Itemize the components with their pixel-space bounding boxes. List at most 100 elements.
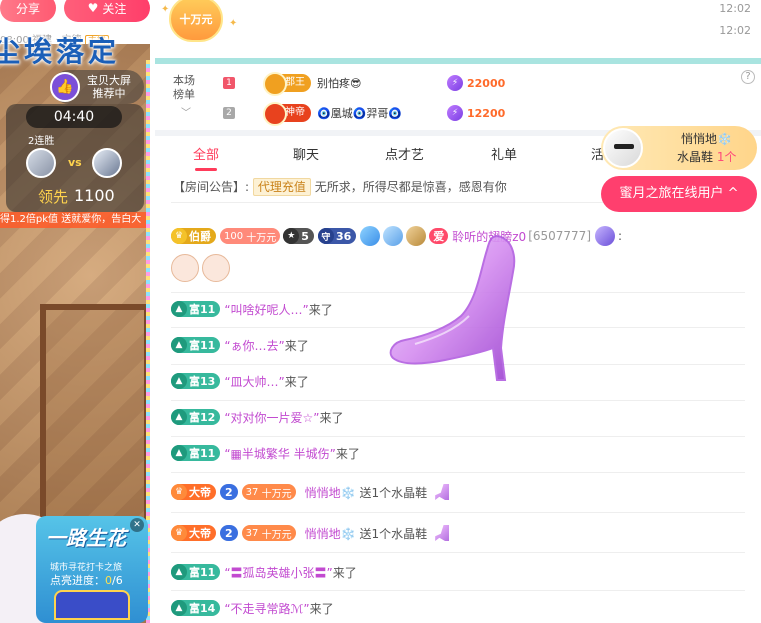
- pk-avatar-left[interactable]: [26, 148, 56, 178]
- message-time: 12:02: [719, 24, 751, 37]
- pk-avatar-right[interactable]: [92, 148, 122, 178]
- crown-icon: ♛: [171, 484, 187, 500]
- shou-level: 36: [335, 229, 352, 243]
- vip-amount: 十万元: [261, 488, 292, 500]
- vip-level: 37: [245, 527, 259, 539]
- stream-door: [40, 304, 150, 544]
- user-name[interactable]: “〓孤岛英雄小张〓”: [224, 564, 332, 581]
- rank-score: 22000: [467, 76, 506, 90]
- train-icon: [54, 590, 130, 620]
- thumbs-up-icon[interactable]: 👍: [50, 72, 80, 102]
- chat-message[interactable]: ▲ 富14 “不走寻常路ℳ” 来了: [171, 596, 334, 620]
- rank-title-line: 本场: [173, 74, 195, 87]
- enter-suffix: 来了: [284, 374, 309, 389]
- wealth-badge: ▲ 富11: [171, 445, 221, 461]
- room-announcement: 【房间公告】: 代理充值 无所求，所得尽都是惊喜，感恩有你: [173, 178, 507, 196]
- chat-message[interactable]: ▲ 富11 “ぁ你…去” 来了: [171, 333, 309, 357]
- online-users-button[interactable]: 蜜月之旅在线用户 ^: [601, 176, 757, 212]
- gift-count: 1个: [716, 150, 737, 164]
- stream-panel: 分享 ♥ 关注 08:00 福建 · 宁德 主播 尘埃落定 👍 宝贝大屏 推荐中…: [0, 0, 155, 623]
- chat-message[interactable]: ▲ 富11 “▦半城繁华 半城伤” 来了: [171, 441, 360, 465]
- wealth-level: 富11: [189, 447, 216, 460]
- tab-gifts[interactable]: 礼单: [491, 144, 517, 163]
- gift-message[interactable]: ♛ 大帝 2 37 十万元 悄悄地❄️ 送1个水晶鞋: [171, 521, 450, 545]
- noble-badge: 神帝: [263, 102, 311, 126]
- announce-highlight[interactable]: 代理充值: [252, 178, 311, 196]
- guard-badge: ★ 5: [283, 228, 314, 244]
- emperor-label: 大帝: [189, 486, 211, 499]
- vip-level: 37: [245, 486, 259, 498]
- gift-message[interactable]: ♛ 大帝 2 37 十万元 悄悄地❄️ 送1个水晶鞋: [171, 480, 450, 504]
- divider: [171, 512, 745, 513]
- stream-overlay-title: 尘埃落定: [0, 35, 121, 68]
- noble-badge: ♛ 伯爵: [171, 228, 216, 244]
- noble-badge: 郡王: [263, 72, 311, 96]
- chat-message[interactable]: ▲ 富13 “皿大帅…” 来了: [171, 369, 309, 393]
- user-name[interactable]: “不走寻常路ℳ”: [224, 600, 309, 617]
- wealth-badge: ▲ 富12: [171, 409, 221, 425]
- shield-icon: 守: [317, 228, 334, 244]
- user-name[interactable]: “叫啥好呢人…”: [224, 301, 308, 318]
- guard-level: 5: [301, 229, 309, 243]
- pk-streak: 2连胜: [28, 136, 55, 147]
- chat-message[interactable]: ▲ 富11 “叫啥好呢人…” 来了: [171, 297, 333, 321]
- gift-action: 送1个水晶鞋: [359, 485, 428, 500]
- wealth-badge: ▲ 富13: [171, 373, 221, 389]
- marquee-ticker: 得1.2倍pk值 送就爱你，告白大: [0, 212, 146, 228]
- colon: :: [618, 229, 623, 243]
- chat-message[interactable]: ▲ 富12 “对对你一片爱☆” 来了: [171, 405, 344, 429]
- share-button[interactable]: 分享: [0, 0, 56, 22]
- wealth-level: 富11: [189, 566, 216, 579]
- user-name[interactable]: “对对你一片爱☆”: [224, 409, 319, 426]
- gift-amount: 十万元: [179, 13, 213, 26]
- enter-suffix: 来了: [332, 565, 357, 580]
- share-label: 分享: [15, 1, 40, 16]
- chat-panel: ✦ ✦ 十万元 12:02 12:02 本场 榜单 ﹀ ? 1 郡王 别怕疼😎 …: [155, 0, 761, 623]
- crown-icon: ♛: [171, 525, 187, 541]
- user-name[interactable]: 悄悄地❄️: [305, 525, 356, 542]
- emperor-badge: ♛ 大帝: [171, 525, 216, 541]
- rank-row[interactable]: 1 郡王 别怕疼😎 ⚡ 22000: [223, 72, 743, 96]
- rank-number: 2: [223, 107, 235, 119]
- tab-talent[interactable]: 点才艺: [385, 144, 424, 163]
- emperor-badge: ♛ 大帝: [171, 484, 216, 500]
- rank-board[interactable]: 本场 榜单 ﹀ ? 1 郡王 别怕疼😎 ⚡ 22000 2 神帝 🧿凰城🧿羿哥🧿…: [155, 64, 761, 130]
- divider: [171, 436, 745, 437]
- tab-indicator: [195, 168, 217, 171]
- pk-lead-label: 领先: [38, 188, 69, 206]
- pk-panel[interactable]: 04:40 2连胜 vs 领先 1100: [6, 104, 144, 212]
- rank-user-name[interactable]: 🧿凰城🧿羿哥🧿: [317, 105, 447, 121]
- avatar[interactable]: [603, 128, 643, 168]
- help-icon[interactable]: ?: [741, 70, 755, 84]
- coin-icon: ⚡: [447, 105, 463, 121]
- rank-number: 1: [223, 77, 235, 89]
- user-name[interactable]: “▦半城繁华 半城伤”: [224, 445, 336, 462]
- divider: [171, 472, 745, 473]
- gift-action: 送1个水晶鞋: [359, 526, 428, 541]
- wealth-badge: ▲ 富11: [171, 564, 221, 580]
- tab-chat[interactable]: 聊天: [293, 144, 319, 163]
- tab-all[interactable]: 全部: [193, 144, 219, 163]
- wealth-badge: ▲ 富14: [171, 600, 221, 616]
- follow-button[interactable]: ♥ 关注: [64, 0, 150, 22]
- chevron-down-icon[interactable]: ﹀: [181, 104, 191, 119]
- gift-banner: ✦ ✦ 十万元 12:02 12:02: [155, 0, 761, 58]
- rank-user-name[interactable]: 别怕疼😎: [317, 75, 447, 91]
- enter-suffix: 来了: [309, 601, 334, 616]
- mountain-icon: ▲: [171, 564, 187, 580]
- announce-text: 无所求，所得尽都是惊喜，感恩有你: [314, 180, 507, 194]
- event-card[interactable]: ✕ 一路生花 城市寻花打卡之旅 点亮进度：0/6: [36, 516, 148, 623]
- chat-message[interactable]: ▲ 富11 “〓孤岛英雄小张〓” 来了: [171, 560, 357, 584]
- divider: [171, 552, 745, 553]
- gift-notification[interactable]: 悄悄地❄️ 水晶鞋 1个: [601, 126, 757, 170]
- wealth-level: 富14: [189, 602, 216, 615]
- rank-row[interactable]: 2 神帝 🧿凰城🧿羿哥🧿 ⚡ 12200: [223, 102, 743, 126]
- user-name[interactable]: “皿大帅…”: [224, 373, 284, 390]
- close-icon[interactable]: ✕: [130, 518, 144, 532]
- pk-lead-score: 1100: [74, 186, 115, 205]
- crown-icon: ♛: [171, 228, 187, 244]
- user-name[interactable]: 悄悄地❄️: [305, 484, 356, 501]
- user-name[interactable]: “ぁ你…去”: [224, 337, 284, 354]
- enter-suffix: 来了: [319, 410, 344, 425]
- follow-label: 关注: [102, 1, 127, 16]
